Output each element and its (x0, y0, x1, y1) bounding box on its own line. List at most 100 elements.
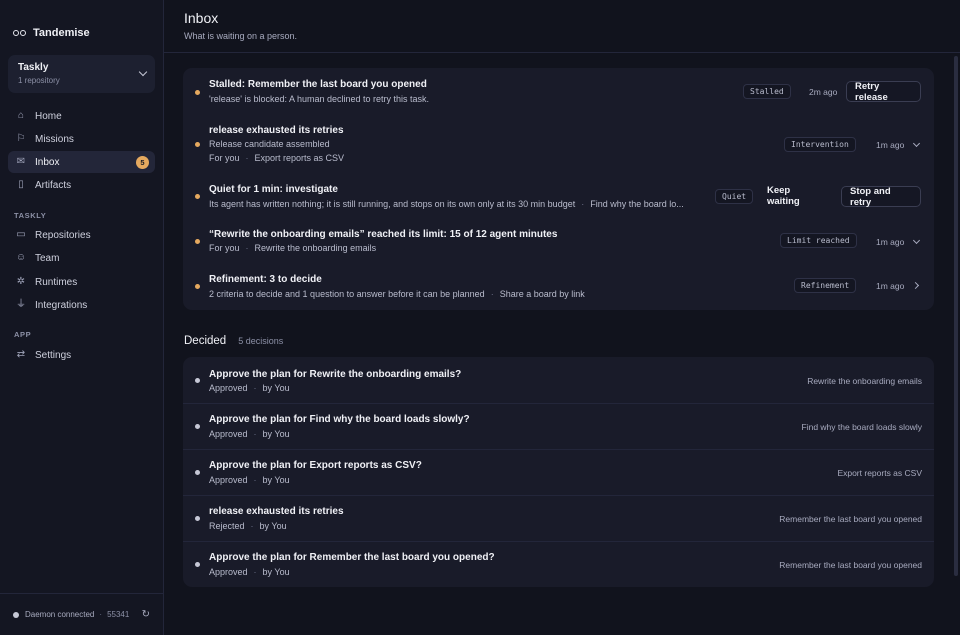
daemon-status-text: Daemon connected (25, 610, 95, 619)
sidebar-item-label: Missions (35, 133, 74, 145)
inbox-item-quiet[interactable]: Quiet for 1 min: investigate Its agent h… (183, 174, 934, 221)
sliders-icon: ⇄ (16, 349, 26, 360)
tandemise-logo-icon (13, 28, 27, 38)
unread-dot (195, 90, 200, 95)
chevron-right-icon[interactable] (913, 283, 918, 288)
item-meta: Approved · by You (209, 383, 290, 393)
status-dot (195, 424, 200, 429)
users-icon: ☺ (15, 252, 27, 263)
chevron-down-icon[interactable] (914, 141, 919, 146)
sidebar-item-artifacts[interactable]: ▯ Artifacts (8, 174, 155, 196)
item-title: Approve the plan for Export reports as C… (209, 460, 422, 471)
decision-item[interactable]: release exhausted its retries Rejected · b… (183, 495, 934, 541)
unread-dot (195, 142, 200, 147)
brand[interactable]: Tandemise (13, 27, 90, 39)
sidebar-item-label: Runtimes (35, 276, 78, 288)
item-title: release exhausted its retries (209, 506, 344, 517)
sidebar-item-label: Team (35, 252, 60, 264)
mission-link[interactable]: Rewrite the onboarding emails (255, 243, 377, 253)
status-badge: Quiet (715, 189, 754, 204)
item-time: 2m ago (809, 87, 838, 97)
status-badge: Intervention (784, 137, 856, 152)
inbox-icon: ✉ (16, 156, 26, 167)
refresh-icon[interactable]: ↻ (142, 609, 150, 620)
item-meta: For you · Rewrite the onboarding emails (209, 243, 377, 253)
sidebar-item-label: Repositories (35, 229, 91, 241)
sidebar-item-inbox[interactable]: ✉ Inbox 5 (8, 151, 155, 173)
daemon-port: 55341 (107, 610, 130, 619)
home-icon: ⌂ (17, 110, 25, 121)
mission-link[interactable]: Remember the last board you opened (779, 514, 922, 524)
item-meta: Rejected · by You (209, 521, 287, 531)
retry-release-button[interactable]: Retry release (846, 81, 921, 103)
item-title: Approve the plan for Remember the last b… (209, 552, 495, 563)
unread-dot (195, 239, 200, 244)
workspace-switcher[interactable]: Taskly 1 repository (8, 55, 155, 93)
item-meta: Approved · by You (209, 475, 290, 485)
folder-icon: ▭ (16, 229, 26, 240)
sidebar-item-missions[interactable]: ⚐ Missions (8, 128, 155, 150)
item-title: Stalled: Remember the last board you ope… (209, 79, 427, 90)
main-content: Inbox What is waiting on a person. Stall… (164, 0, 960, 635)
item-title: Refinement: 3 to decide (209, 274, 322, 285)
inbox-item-limit-reached[interactable]: “Rewrite the onboarding emails” reached … (183, 221, 934, 265)
item-description: Release candidate assembled (209, 139, 330, 149)
inbox-item-stalled[interactable]: Stalled: Remember the last board you ope… (183, 68, 934, 114)
mission-link[interactable]: Export reports as CSV (255, 153, 345, 163)
decision-item[interactable]: Approve the plan for Export reports as C… (183, 449, 934, 495)
page-header: Inbox What is waiting on a person. (164, 0, 960, 53)
inbox-item-intervention[interactable]: release exhausted its retries Release ca… (183, 114, 934, 174)
mission-link[interactable]: Export reports as CSV (837, 468, 922, 478)
inbox-item-refinement[interactable]: Refinement: 3 to decide 2 criteria to de… (183, 265, 934, 310)
keep-waiting-button[interactable]: Keep waiting (759, 185, 833, 207)
status-dot (195, 378, 200, 383)
mission-link[interactable]: Find why the board lo... (590, 199, 684, 209)
chevron-down-icon[interactable] (914, 238, 919, 243)
pending-list: Stalled: Remember the last board you ope… (183, 68, 934, 310)
sidebar-item-label: Integrations (35, 299, 88, 311)
section-label-taskly: TASKLY (14, 211, 47, 220)
item-title: Approve the plan for Find why the board … (209, 414, 470, 425)
status-badge: Stalled (743, 84, 791, 99)
item-time: 1m ago (876, 237, 905, 247)
workspace-name: Taskly (18, 62, 49, 73)
workspace-subtitle: 1 repository (18, 76, 60, 85)
stop-and-retry-button[interactable]: Stop and retry (841, 186, 921, 208)
sidebar-item-team[interactable]: ☺ Team (8, 247, 155, 269)
unread-dot (195, 284, 200, 289)
section-label-app: APP (14, 330, 32, 339)
mission-link[interactable]: Find why the board loads slowly (802, 422, 922, 432)
item-meta: Approved · by You (209, 429, 290, 439)
mission-link[interactable]: Remember the last board you opened (779, 560, 922, 570)
item-title: Approve the plan for Rewrite the onboard… (209, 369, 462, 380)
status-badge: Refinement (794, 278, 857, 293)
page-title: Inbox (184, 10, 219, 26)
scrollbar[interactable] (954, 56, 958, 576)
sidebar-item-settings[interactable]: ⇄ Settings (8, 344, 155, 366)
sidebar: Tandemise Taskly 1 repository ⌂ Home ⚐ M… (0, 0, 164, 635)
decided-list: Approve the plan for Rewrite the onboard… (183, 357, 934, 587)
decision-item[interactable]: Approve the plan for Remember the last b… (183, 541, 934, 587)
inbox-count-badge: 5 (136, 156, 149, 169)
chip-icon: ✲ (16, 276, 26, 287)
decision-item[interactable]: Approve the plan for Rewrite the onboard… (183, 357, 934, 403)
plug-icon: ⏚ (16, 299, 26, 310)
section-title: Decided (184, 335, 227, 347)
sidebar-item-home[interactable]: ⌂ Home (8, 105, 155, 127)
sidebar-item-repositories[interactable]: ▭ Repositories (8, 224, 155, 246)
item-description: 2 criteria to decide and 1 question to a… (209, 289, 585, 299)
decision-count: 5 decisions (238, 336, 284, 346)
sidebar-item-label: Artifacts (35, 179, 72, 191)
file-icon: ▯ (18, 179, 24, 190)
item-meta: For you · Export reports as CSV (209, 153, 345, 163)
sidebar-item-label: Settings (35, 349, 72, 361)
decision-item[interactable]: Approve the plan for Find why the board … (183, 403, 934, 449)
page-subtitle: What is waiting on a person. (184, 31, 298, 41)
mission-link[interactable]: Rewrite the onboarding emails (807, 376, 922, 386)
sidebar-item-runtimes[interactable]: ✲ Runtimes (8, 271, 155, 293)
mission-link[interactable]: Share a board by link (500, 289, 585, 299)
status-dot (195, 470, 200, 475)
item-title: “Rewrite the onboarding emails” reached … (209, 229, 558, 240)
status-dot (13, 611, 19, 618)
sidebar-item-integrations[interactable]: ⏚ Integrations (8, 294, 155, 316)
